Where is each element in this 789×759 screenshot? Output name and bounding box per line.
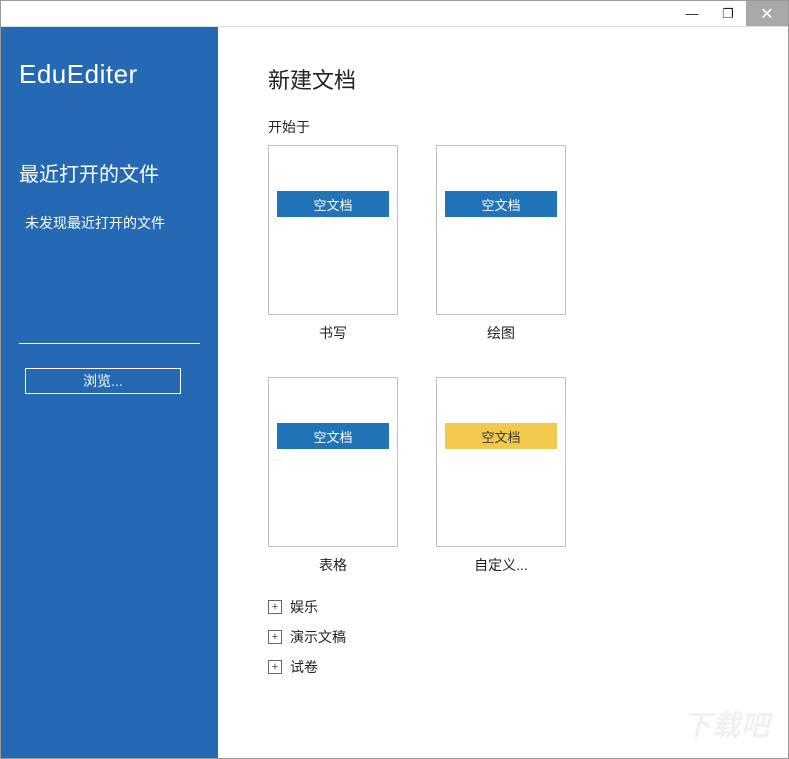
- template-band: 空文档: [445, 423, 557, 449]
- close-icon: ✕: [760, 4, 773, 24]
- maximize-button[interactable]: ❐: [710, 1, 746, 26]
- template-write: 空文档 书写: [268, 145, 398, 343]
- sidebar-divider: [19, 343, 200, 344]
- category-list: + 娱乐 + 演示文稿 + 试卷: [268, 597, 788, 677]
- template-table: 空文档 表格: [268, 377, 398, 575]
- template-band: 空文档: [277, 191, 389, 217]
- template-label: 表格: [319, 555, 347, 575]
- template-label: 绘图: [487, 323, 515, 343]
- page-title: 新建文档: [268, 63, 788, 95]
- template-band: 空文档: [445, 191, 557, 217]
- sidebar: EduEditer 最近打开的文件 未发现最近打开的文件 浏览...: [1, 27, 218, 758]
- recent-files-empty: 未发现最近打开的文件: [19, 213, 200, 233]
- watermark: 下载吧: [683, 704, 770, 744]
- category-entertainment[interactable]: + 娱乐: [268, 597, 788, 617]
- template-box-write[interactable]: 空文档: [268, 145, 398, 315]
- minimize-icon: —: [686, 6, 699, 21]
- template-box-draw[interactable]: 空文档: [436, 145, 566, 315]
- template-band: 空文档: [277, 423, 389, 449]
- minimize-button[interactable]: —: [674, 1, 710, 26]
- browse-button[interactable]: 浏览...: [25, 368, 181, 394]
- template-label: 书写: [319, 323, 347, 343]
- template-custom: 空文档 自定义...: [436, 377, 566, 575]
- template-box-custom[interactable]: 空文档: [436, 377, 566, 547]
- category-presentation[interactable]: + 演示文稿: [268, 627, 788, 647]
- close-button[interactable]: ✕: [746, 1, 788, 26]
- maximize-icon: ❐: [722, 6, 734, 22]
- template-label: 自定义...: [474, 555, 528, 575]
- plus-icon: +: [268, 600, 282, 614]
- main-panel: 新建文档 开始于 空文档 书写 空文档 绘图 空文档: [218, 27, 788, 758]
- start-label: 开始于: [268, 117, 788, 137]
- app-window: — ❐ ✕ EduEditer 最近打开的文件 未发现最近打开的文件 浏览...…: [0, 0, 789, 759]
- category-label: 试卷: [290, 657, 318, 677]
- content-body: EduEditer 最近打开的文件 未发现最近打开的文件 浏览... 新建文档 …: [1, 27, 788, 758]
- category-label: 娱乐: [290, 597, 318, 617]
- plus-icon: +: [268, 660, 282, 674]
- category-exam[interactable]: + 试卷: [268, 657, 788, 677]
- category-label: 演示文稿: [290, 627, 346, 647]
- plus-icon: +: [268, 630, 282, 644]
- titlebar[interactable]: — ❐ ✕: [1, 1, 788, 27]
- template-grid: 空文档 书写 空文档 绘图 空文档 表格: [268, 145, 648, 575]
- template-draw: 空文档 绘图: [436, 145, 566, 343]
- template-box-table[interactable]: 空文档: [268, 377, 398, 547]
- app-title: EduEditer: [19, 59, 200, 90]
- recent-files-title: 最近打开的文件: [19, 158, 200, 187]
